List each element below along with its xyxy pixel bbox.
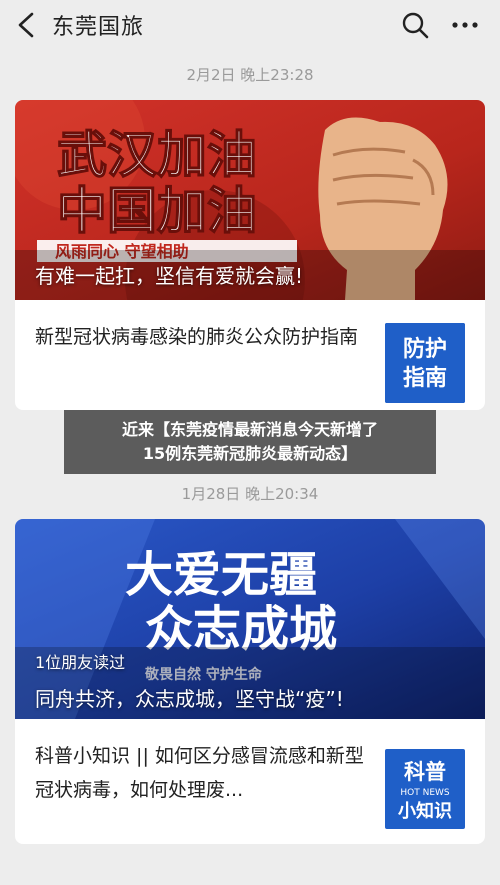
overlay-line1: 近来【东莞疫情最新消息今天新增了	[121, 420, 378, 439]
article-cover-image[interactable]: 风雨同心 守望相助 武汉加油 中国加油 有难一起扛，坚信有爱就会赢!	[15, 100, 485, 300]
post-timestamp: 1月28日 晚上20:34	[181, 485, 319, 503]
cover-title-line1: 武汉加油	[57, 126, 257, 184]
thumb-text-small: HOT NEWS	[400, 788, 450, 798]
sub-article-title: 新型冠状病毒感染的肺炎公众防护指南	[35, 326, 359, 348]
sub-article-thumbnail: 防护 指南	[385, 323, 465, 403]
headline-overlay: 近来【东莞疫情最新消息今天新增了 15例东莞新冠肺炎最新动态】	[64, 410, 436, 474]
overlay-line2: 15例东莞新冠肺炎最新动态】	[142, 444, 358, 463]
post-timestamp: 2月2日 晚上23:28	[186, 66, 314, 84]
article-caption: 有难一起扛，坚信有爱就会赢!	[35, 264, 304, 288]
cover-title-line2: 中国加油	[57, 182, 257, 240]
search-icon[interactable]	[400, 10, 430, 40]
sub-article[interactable]: 新型冠状病毒感染的肺炎公众防护指南 防护 指南	[15, 300, 485, 408]
thumb-text-line1: 防护	[403, 337, 447, 362]
sub-article-thumbnail: 科普 HOT NEWS 小知识	[385, 749, 465, 829]
account-title: 东莞国旅	[52, 15, 145, 40]
article-card[interactable]: 大爱无疆 众志成城 敬畏自然 守护生命 1位朋友读过 同舟共济，众志成城，坚守战…	[15, 519, 485, 844]
thumb-text-line1: 科普	[404, 760, 446, 784]
back-arrow-icon[interactable]	[14, 10, 38, 40]
more-icon[interactable]	[450, 12, 480, 38]
article-caption: 同舟共济，众志成城，坚守战“疫”!	[35, 687, 344, 711]
sub-article-title: 科普小知识 || 如何区分感冒流感和新型冠状病毒，如何处理废...	[35, 745, 364, 801]
read-count: 1位朋友读过	[35, 653, 126, 672]
sub-article[interactable]: 科普小知识 || 如何区分感冒流感和新型冠状病毒，如何处理废... 科普 HOT…	[15, 719, 485, 829]
thumb-text-line2: 小知识	[398, 800, 452, 822]
article-card[interactable]: 风雨同心 守望相助 武汉加油 中国加油 有难一起扛，坚信有爱就会赢! 新型冠状病…	[15, 100, 485, 410]
top-bar: 东莞国旅	[0, 0, 500, 52]
cover-title-line1: 大爱无疆	[125, 547, 317, 603]
thumb-text-line2: 指南	[403, 366, 447, 391]
article-cover-image[interactable]: 大爱无疆 众志成城 敬畏自然 守护生命 1位朋友读过 同舟共济，众志成城，坚守战…	[15, 519, 485, 719]
